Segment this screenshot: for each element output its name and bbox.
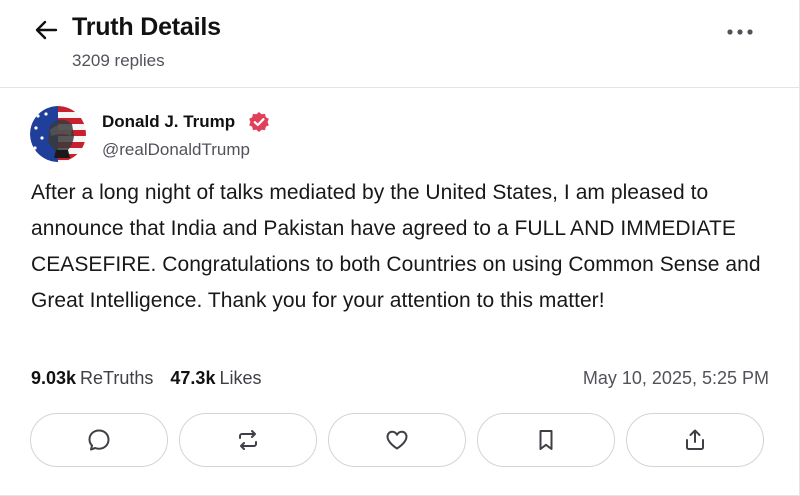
verified-badge-icon bbox=[249, 112, 269, 132]
retruths-count: 9.03k bbox=[31, 368, 77, 388]
avatar[interactable] bbox=[30, 106, 86, 162]
author-name[interactable]: Donald J. Trump bbox=[102, 112, 235, 132]
comment-icon bbox=[88, 429, 110, 451]
header-divider bbox=[0, 87, 799, 88]
action-bar bbox=[30, 413, 764, 467]
post-timestamp: May 10, 2025, 5:25 PM bbox=[582, 368, 769, 388]
post-stats: 9.03k ReTruths 47.3k Likes bbox=[31, 368, 261, 389]
bookmark-button[interactable] bbox=[477, 413, 615, 467]
share-icon bbox=[686, 429, 704, 450]
reply-button[interactable] bbox=[30, 413, 168, 467]
back-button[interactable] bbox=[30, 16, 62, 44]
page-title: Truth Details bbox=[72, 13, 221, 41]
retruth-button[interactable] bbox=[179, 413, 317, 467]
heart-icon bbox=[386, 430, 408, 450]
repost-icon bbox=[239, 430, 257, 450]
share-button[interactable] bbox=[626, 413, 764, 467]
more-options-button[interactable] bbox=[723, 22, 757, 42]
retruths-stat[interactable]: 9.03k ReTruths bbox=[31, 368, 153, 389]
bookmark-icon bbox=[539, 430, 553, 450]
likes-stat[interactable]: 47.3k Likes bbox=[170, 368, 261, 389]
retruths-label: ReTruths bbox=[80, 368, 154, 388]
reply-count: 3209 replies bbox=[72, 51, 165, 70]
arrow-left-icon bbox=[35, 20, 58, 40]
truth-details-page: Truth Details 3209 replies Donald J. Tru… bbox=[0, 0, 800, 496]
likes-label: Likes bbox=[219, 368, 262, 388]
more-horizontal-icon bbox=[727, 29, 753, 35]
like-button[interactable] bbox=[328, 413, 466, 467]
post-text: After a long night of talks mediated by … bbox=[31, 181, 761, 312]
likes-count: 47.3k bbox=[170, 368, 216, 388]
author-handle[interactable]: @realDonaldTrump bbox=[102, 140, 250, 160]
